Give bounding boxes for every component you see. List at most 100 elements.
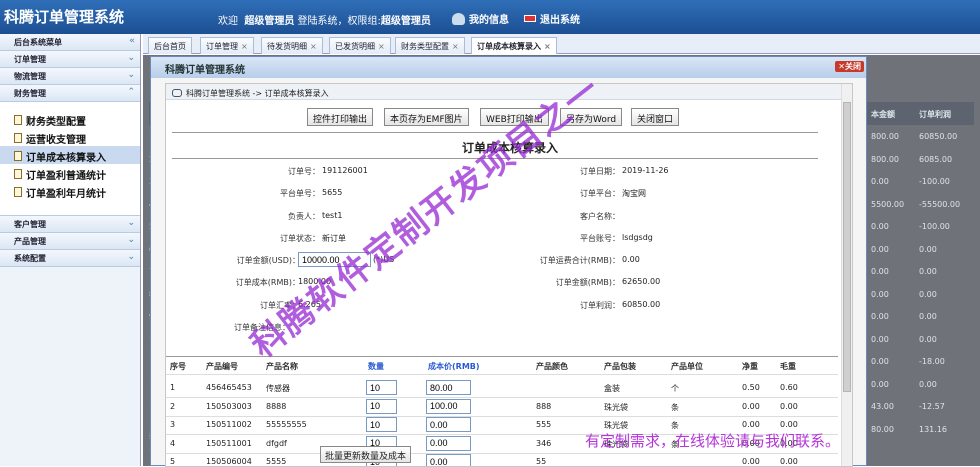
order-date-value: 2019-11-26	[622, 166, 669, 175]
profit-value: 60850.00	[622, 300, 661, 309]
cell-name: 55555555	[266, 420, 307, 429]
cell-pack: 珠光袋	[604, 402, 628, 412]
tab-home[interactable]: 后台首页	[148, 37, 192, 54]
sidebar-item-profit-monthly[interactable]: 订单盈利年月统计	[0, 182, 140, 200]
owner-value: test1	[322, 211, 343, 220]
cell-name: 5555	[266, 457, 287, 466]
close-icon[interactable]: ×	[452, 42, 459, 51]
chevron-down-icon: ⌄	[127, 218, 135, 228]
collapse-icon[interactable]: «	[129, 36, 135, 46]
document-icon	[14, 169, 22, 179]
close-icon[interactable]: ×	[544, 42, 551, 51]
sidebar-item-profit-stats[interactable]: 订单盈利普通统计	[0, 164, 140, 182]
cost-input[interactable]	[426, 454, 471, 466]
cell-code: 456465453	[206, 383, 252, 392]
cell-gross: 0.00	[780, 401, 798, 411]
qty-input[interactable]	[366, 380, 397, 395]
cell-net: 0.00	[742, 457, 760, 466]
sidebar-group-settings[interactable]: 系统配置 ⌄	[0, 250, 140, 267]
cell-unit: 条	[671, 402, 679, 412]
breadcrumb: 科腾订单管理系统 -> 订单成本核算录入	[166, 84, 852, 100]
sidebar: 后台系统菜单 « 订单管理 ⌄ 物流管理 ⌄ 财务管理 ⌃ 财务类型配置 运营收支管理 …	[0, 34, 141, 466]
qty-input[interactable]	[366, 417, 397, 432]
chevron-down-icon: ⌄	[127, 235, 135, 245]
cell-name: 8888	[266, 401, 287, 411]
watermark-contact: 有定制需求，在线体验请与我们联系。	[585, 432, 841, 450]
close-icon[interactable]: ×	[378, 42, 385, 51]
cell-color: 55	[536, 457, 547, 466]
cell-no: 3	[170, 420, 176, 429]
chevron-down-icon: ⌄	[127, 252, 135, 262]
close-icon[interactable]: ×	[241, 42, 248, 51]
document-icon	[14, 151, 22, 161]
freight-value: 0.00	[622, 255, 640, 264]
cost-input[interactable]	[426, 417, 471, 432]
cell-gross: 0.00	[780, 420, 798, 429]
sidebar-item-operation[interactable]: 运营收支管理	[0, 128, 140, 146]
document-icon	[14, 115, 22, 125]
close-icon[interactable]: ×	[310, 42, 317, 51]
my-info-link[interactable]: 我的信息	[452, 11, 509, 26]
cell-pack: 盒装	[604, 384, 620, 393]
sidebar-header[interactable]: 后台系统菜单 «	[0, 34, 140, 51]
order-no-value: 191126001	[322, 166, 368, 175]
cell-color: 346	[536, 438, 552, 448]
close-icon: ✕	[838, 62, 845, 71]
cell-net: 0.00	[742, 420, 760, 429]
document-icon	[14, 133, 22, 143]
document-icon	[14, 187, 22, 197]
tab-pending-shipment[interactable]: 待发货明细 ×	[261, 37, 323, 54]
user-icon	[452, 12, 465, 25]
cost-input[interactable]	[426, 435, 471, 451]
sidebar-item-finance-type[interactable]: 财务类型配置	[0, 110, 140, 128]
cell-net: 0.50	[742, 383, 760, 392]
status-value: 新订单	[322, 234, 346, 243]
batch-update-button[interactable]: 批量更新数量及成本	[320, 446, 412, 463]
finance-menu: 财务类型配置 运营收支管理 订单成本核算录入 订单盈利普通统计 订单盈利年月统计	[0, 102, 140, 216]
scrollbar-thumb[interactable]	[843, 102, 851, 392]
cell-code: 150511001	[206, 438, 252, 448]
cell-name: dfgdf	[266, 438, 287, 448]
cell-color: 888	[536, 401, 552, 411]
user-name: 超级管理员	[244, 16, 295, 27]
cell-name: 传感器	[266, 384, 290, 393]
logout-link[interactable]: 退出系统	[524, 11, 580, 26]
tab-finance-type[interactable]: 财务类型配置 ×	[395, 37, 465, 54]
cell-no: 5	[170, 457, 176, 466]
platform-account-value: lsdgsdg	[622, 233, 653, 242]
scrollbar[interactable]	[841, 84, 852, 466]
chevron-down-icon: ⌄	[127, 53, 135, 63]
welcome-text: 欢迎 超级管理员 登陆系统，权限组:超级管理员	[218, 16, 431, 27]
amount-rmb-value: 62650.00	[622, 277, 661, 286]
sidebar-group-orders[interactable]: 订单管理 ⌄	[0, 51, 140, 68]
chevron-up-icon: ⌃	[127, 87, 135, 97]
qty-input[interactable]	[366, 398, 397, 414]
cost-input[interactable]	[426, 380, 471, 395]
cell-no: 2	[170, 401, 176, 411]
cell-gross: 0.00	[780, 457, 798, 466]
cell-code: 150506004	[206, 457, 252, 466]
close-window-button[interactable]: 关闭窗口	[631, 108, 680, 126]
tab-cost-entry[interactable]: 订单成本核算录入 ×	[471, 37, 557, 54]
app-title: 科腾订单管理系统	[4, 8, 125, 26]
dialog-close-button[interactable]: ✕关闭	[835, 61, 864, 72]
sidebar-item-cost-entry[interactable]: 订单成本核算录入	[0, 146, 140, 164]
sidebar-group-products[interactable]: 产品管理 ⌄	[0, 233, 140, 250]
cost-input[interactable]	[426, 398, 471, 414]
tab-shipped[interactable]: 已发货明细 ×	[329, 37, 391, 54]
cell-unit: 个	[671, 384, 679, 393]
role-group: 超级管理员	[380, 16, 431, 27]
sidebar-group-customers[interactable]: 客户管理 ⌄	[0, 216, 140, 233]
save-emf-button[interactable]: 本页存为EMF图片	[384, 108, 469, 126]
breadcrumb-icon	[172, 89, 182, 97]
tab-orders[interactable]: 订单管理 ×	[200, 37, 254, 54]
sidebar-group-logistics[interactable]: 物流管理 ⌄	[0, 68, 140, 85]
print-control-button[interactable]: 控件打印输出	[307, 108, 374, 126]
dialog-title: 科腾订单管理系统 ✕关闭	[151, 57, 866, 78]
cell-no: 4	[170, 438, 176, 448]
cell-code: 150503003	[206, 401, 252, 411]
cell-no: 1	[170, 383, 176, 392]
exit-icon	[524, 15, 536, 22]
sidebar-group-finance[interactable]: 财务管理 ⌃	[0, 85, 140, 102]
cell-gross: 0.60	[780, 383, 798, 392]
